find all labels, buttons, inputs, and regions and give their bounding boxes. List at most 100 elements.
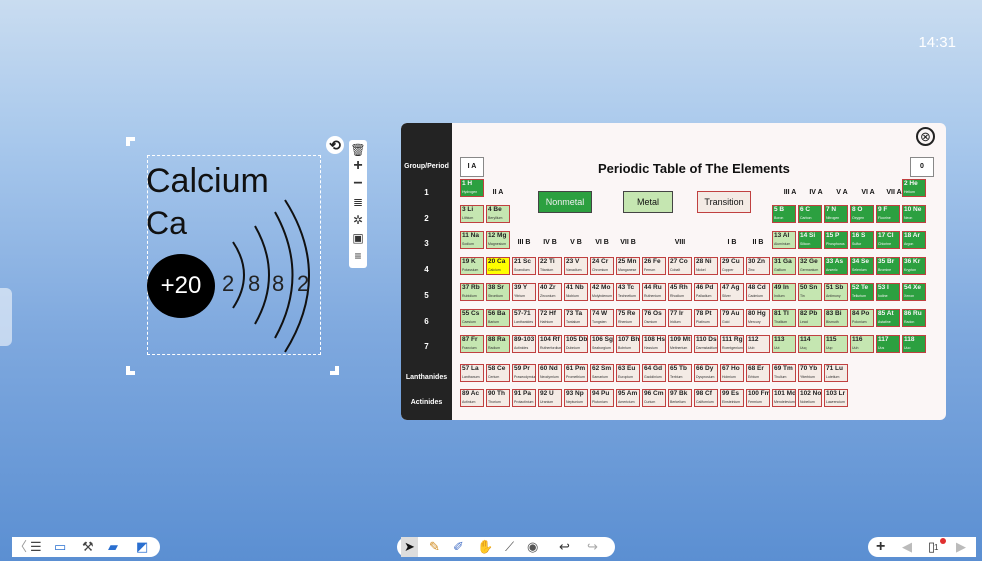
- copy-icon[interactable]: ▣: [349, 230, 367, 246]
- add-page-icon[interactable]: +: [876, 537, 885, 557]
- rotate-icon[interactable]: ⟲: [326, 136, 344, 154]
- element-cell[interactable]: 42 Mo Molybdenum: [590, 283, 614, 301]
- element-cell[interactable]: 102 No Nobelium: [798, 389, 822, 407]
- element-cell[interactable]: 69 Tm Thulium: [772, 364, 796, 382]
- element-cell[interactable]: 35 Br Bromine: [876, 257, 900, 275]
- element-cell[interactable]: 112 Uub: [746, 335, 770, 353]
- menu-icon[interactable]: ≡: [349, 248, 367, 264]
- element-cell[interactable]: 15 P Phosphorus: [824, 231, 848, 249]
- element-cell[interactable]: 92 U Uranium: [538, 389, 562, 407]
- element-cell[interactable]: 43 Tc Technetium: [616, 283, 640, 301]
- element-cell[interactable]: 45 Rh Rhodium: [668, 283, 692, 301]
- element-cell[interactable]: 87 Fr Francium: [460, 335, 484, 353]
- element-cell[interactable]: 94 Pu Plutonium: [590, 389, 614, 407]
- element-cell[interactable]: 28 Ni Nickel: [694, 257, 718, 275]
- element-cell[interactable]: 80 Hg Mercury: [746, 309, 770, 327]
- hand-icon[interactable]: ✋: [477, 537, 493, 557]
- element-cell[interactable]: 49 In Indium: [772, 283, 796, 301]
- element-cell[interactable]: 23 V Vanadium: [564, 257, 588, 275]
- close-icon[interactable]: ⊗: [916, 127, 935, 146]
- element-cell[interactable]: 71 Lu Lutetium: [824, 364, 848, 382]
- element-cell[interactable]: 4 Be Beryllium: [486, 205, 510, 223]
- element-cell[interactable]: 97 Bk Berkelium: [668, 389, 692, 407]
- element-cell[interactable]: 114 Uuq: [798, 335, 822, 353]
- resize-handle-top-left[interactable]: [126, 137, 135, 146]
- element-cell[interactable]: 41 Nb Niobium: [564, 283, 588, 301]
- element-cell[interactable]: 22 Ti Titanium: [538, 257, 562, 275]
- element-cell[interactable]: 20 Ca Calcium: [486, 257, 510, 275]
- element-cell[interactable]: 58 Ce Cerium: [486, 364, 510, 382]
- element-cell[interactable]: 3 Li Lithium: [460, 205, 484, 223]
- element-cell[interactable]: 59 Pr Praseodymium: [512, 364, 536, 382]
- element-cell[interactable]: 101 Md Mendelevium: [772, 389, 796, 407]
- highlighter-icon[interactable]: ✐: [453, 537, 464, 557]
- element-cell[interactable]: 34 Se Selenium: [850, 257, 874, 275]
- element-cell[interactable]: 8 O Oxygen: [850, 205, 874, 223]
- element-cell[interactable]: 17 Cl Chlorine: [876, 231, 900, 249]
- element-cell[interactable]: 33 As Arsenic: [824, 257, 848, 275]
- element-cell[interactable]: 57 La Lanthanum: [460, 364, 484, 382]
- element-cell[interactable]: 44 Ru Ruthenium: [642, 283, 666, 301]
- element-cell[interactable]: 100 Fm Fermium: [746, 389, 770, 407]
- chevron-left-icon[interactable]: 〈: [14, 537, 27, 557]
- element-cell[interactable]: 89 Ac Actinium: [460, 389, 484, 407]
- element-cell[interactable]: 76 Os Osmium: [642, 309, 666, 327]
- element-cell[interactable]: 10 Ne Neon: [902, 205, 926, 223]
- redo-icon[interactable]: ↪: [587, 537, 598, 557]
- element-cell[interactable]: 79 Au Gold: [720, 309, 744, 327]
- element-cell[interactable]: 116 Uuh: [850, 335, 874, 353]
- element-cell[interactable]: 16 S Sulfur: [850, 231, 874, 249]
- element-cell[interactable]: 25 Mn Manganese: [616, 257, 640, 275]
- element-cell[interactable]: 53 I Iodine: [876, 283, 900, 301]
- element-cell[interactable]: 21 Sc Scandium: [512, 257, 536, 275]
- element-cell[interactable]: 111 Rg Roentgenium: [720, 335, 744, 353]
- element-cell[interactable]: 105 Db Dubnium: [564, 335, 588, 353]
- element-cell[interactable]: 78 Pt Platinum: [694, 309, 718, 327]
- element-cell[interactable]: 11 Na Sodium: [460, 231, 484, 249]
- pointer-icon[interactable]: ➤: [401, 537, 418, 557]
- element-cell[interactable]: 106 Sg Seaborgium: [590, 335, 614, 353]
- element-cell[interactable]: 107 Bh Bohrium: [616, 335, 640, 353]
- element-cell[interactable]: 73 Ta Tantalum: [564, 309, 588, 327]
- element-cell[interactable]: 91 Pa Protactinium: [512, 389, 536, 407]
- element-cell[interactable]: 85 At Astatine: [876, 309, 900, 327]
- element-cell[interactable]: 38 Sr Strontium: [486, 283, 510, 301]
- element-cell[interactable]: 36 Kr Krypton: [902, 257, 926, 275]
- element-cell[interactable]: 29 Cu Copper: [720, 257, 744, 275]
- element-cell[interactable]: 40 Zr Zirconium: [538, 283, 562, 301]
- undo-icon[interactable]: ↩: [559, 537, 570, 557]
- element-cell[interactable]: 62 Sm Samarium: [590, 364, 614, 382]
- element-cell[interactable]: 12 Mg Magnesium: [486, 231, 510, 249]
- screen-icon[interactable]: ▭: [54, 537, 66, 557]
- element-cell[interactable]: 50 Sn Tin: [798, 283, 822, 301]
- element-cell[interactable]: 5 B Boron: [772, 205, 796, 223]
- element-cell[interactable]: 96 Cm Curium: [642, 389, 666, 407]
- element-cell[interactable]: 103 Lr Lawrencium: [824, 389, 848, 407]
- element-cell[interactable]: 14 Si Silicon: [798, 231, 822, 249]
- element-cell[interactable]: 74 W Tungsten: [590, 309, 614, 327]
- element-cell[interactable]: 37 Rb Rubidium: [460, 283, 484, 301]
- brush-icon[interactable]: ⟋: [505, 537, 514, 557]
- element-cell[interactable]: 83 Bi Bismuth: [824, 309, 848, 327]
- element-cell[interactable]: 54 Xe Xenon: [902, 283, 926, 301]
- element-cell[interactable]: 115 Uup: [824, 335, 848, 353]
- menu-icon[interactable]: ☰: [30, 537, 42, 557]
- side-drawer-handle[interactable]: [0, 288, 12, 346]
- element-cell[interactable]: 64 Gd Gadolinium: [642, 364, 666, 382]
- element-cell[interactable]: 70 Yb Ytterbium: [798, 364, 822, 382]
- element-cell[interactable]: 1 H Hydrogen: [460, 179, 484, 197]
- next-page-icon[interactable]: ▶: [956, 537, 966, 557]
- element-cell[interactable]: 110 Ds Darmstadtium: [694, 335, 718, 353]
- element-cell[interactable]: 82 Pb Lead: [798, 309, 822, 327]
- element-cell[interactable]: 47 Ag Silver: [720, 283, 744, 301]
- element-cell[interactable]: 72 Hf Hafnium: [538, 309, 562, 327]
- element-cell[interactable]: 77 Ir Iridium: [668, 309, 692, 327]
- element-cell[interactable]: 61 Pm Promethium: [564, 364, 588, 382]
- tools-icon[interactable]: ⚒: [82, 537, 94, 557]
- trash-icon[interactable]: 🗑: [349, 142, 367, 158]
- resize-handle-bottom-left[interactable]: [126, 366, 135, 375]
- element-cell[interactable]: 86 Ru Radon: [902, 309, 926, 327]
- element-cell[interactable]: 109 Mt Meitnerium: [668, 335, 692, 353]
- element-cell[interactable]: 90 Th Thorium: [486, 389, 510, 407]
- prev-page-icon[interactable]: ◀: [902, 537, 912, 557]
